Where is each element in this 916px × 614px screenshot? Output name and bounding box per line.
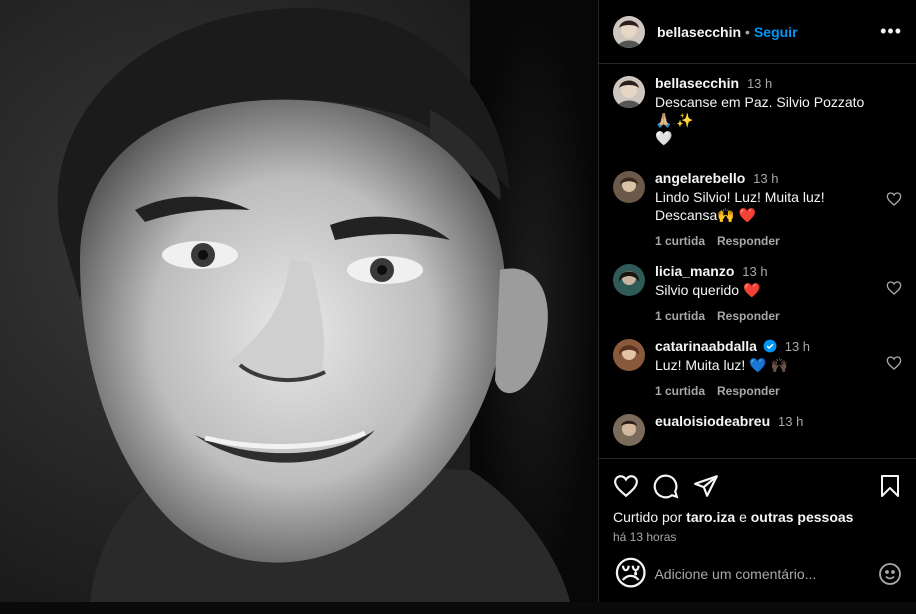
comment-icon[interactable]: [653, 473, 679, 499]
comment-like-heart-icon[interactable]: [886, 280, 902, 296]
comment-item: licia_manzo 13 h Silvio querido ❤️ 1 cur…: [613, 262, 902, 323]
liked-by-prefix: Curtido por: [613, 509, 683, 525]
post-modal: bellasecchin • Seguir ••• bellasecchin 1…: [0, 0, 916, 602]
post-side-panel: bellasecchin • Seguir ••• bellasecchin 1…: [598, 0, 916, 602]
comment-avatar[interactable]: [613, 414, 645, 446]
comment-avatar[interactable]: [613, 171, 645, 203]
comment-username[interactable]: eualoisiodeabreu: [655, 413, 770, 429]
comment-item: angelarebello 13 h Lindo Silvio! Luz! Mu…: [613, 169, 902, 248]
reply-button[interactable]: Responder: [717, 234, 780, 248]
caption-text: Descanse em Paz. Silvio Pozzato 🙏🏼 ✨: [655, 94, 865, 128]
add-comment-bar: 😢: [599, 544, 916, 602]
caption-time: 13 h: [746, 76, 773, 91]
comment-text: Luz! Muita luz! 💙 🙌🏿: [655, 357, 788, 373]
comment-like-heart-icon[interactable]: [886, 191, 902, 207]
comment-item: catarinaabdalla 13 h Luz! Muita luz! 💙 🙌…: [613, 337, 902, 398]
liked-by-and: e: [739, 509, 747, 525]
comment-text: Lindo Silvio! Luz! Muita luz!: [655, 189, 825, 205]
caption-avatar-image: [613, 76, 645, 108]
post-timestamp[interactable]: há 13 horas: [613, 530, 902, 544]
liked-by-text: Curtido por taro.iza e outras pessoas: [613, 509, 902, 525]
share-icon[interactable]: [693, 473, 719, 499]
comment-avatar[interactable]: [613, 339, 645, 371]
comment-username[interactable]: licia_manzo: [655, 263, 734, 279]
comment-username[interactable]: catarinaabdalla: [655, 338, 757, 354]
comment-avatar-image: [613, 264, 645, 296]
more-options-icon[interactable]: •••: [880, 21, 902, 42]
reply-button[interactable]: Responder: [717, 384, 780, 398]
comment-time: 13 h: [742, 264, 768, 279]
page-bottom-strip: [0, 602, 916, 614]
portrait-photo: [0, 0, 598, 602]
post-actions: Curtido por taro.iza e outras pessoas há…: [599, 459, 916, 544]
comment-input[interactable]: [654, 565, 878, 582]
post-header: bellasecchin • Seguir •••: [599, 0, 916, 64]
comment-text: Silvio querido ❤️: [655, 282, 761, 298]
comment-item: eualoisiodeabreu 13 h: [613, 412, 902, 446]
bookmark-icon[interactable]: [878, 473, 902, 499]
follow-button[interactable]: Seguir: [754, 24, 798, 40]
comment-username[interactable]: angelarebello: [655, 170, 745, 186]
caption-avatar[interactable]: [613, 76, 645, 108]
caption-username[interactable]: bellasecchin: [655, 75, 739, 91]
author-avatar-image: [613, 15, 645, 48]
smile-icon[interactable]: [878, 562, 902, 586]
comment-like-heart-icon[interactable]: [886, 355, 902, 371]
comment-likes-count[interactable]: 1 curtida: [655, 309, 705, 323]
comment-time: 13 h: [778, 414, 804, 429]
author-avatar[interactable]: [613, 15, 645, 48]
comment-time: 13 h: [753, 171, 779, 186]
verified-icon: [763, 339, 777, 353]
caption-text-line2: 🤍: [655, 130, 673, 146]
comment-avatar-image: [613, 171, 645, 203]
comment-time: 13 h: [784, 339, 811, 354]
comment-text-line2: Descansa🙌 ❤️: [655, 207, 757, 223]
liked-by-username[interactable]: taro.iza: [686, 509, 735, 525]
comment-avatar-image: [613, 339, 645, 371]
caption: bellasecchin 13 h Descanse em Paz. Silvi…: [613, 74, 902, 147]
author-username[interactable]: bellasecchin: [657, 24, 741, 40]
post-image[interactable]: [0, 0, 598, 602]
reply-button[interactable]: Responder: [717, 309, 780, 323]
separator-dot: •: [745, 23, 750, 40]
comments-list[interactable]: bellasecchin 13 h Descanse em Paz. Silvi…: [599, 64, 916, 459]
comment-avatar-image: [613, 414, 645, 446]
liked-by-others[interactable]: outras pessoas: [751, 509, 854, 525]
comment-likes-count[interactable]: 1 curtida: [655, 234, 705, 248]
comment-likes-count[interactable]: 1 curtida: [655, 384, 705, 398]
like-heart-icon[interactable]: [613, 473, 639, 499]
comment-avatar[interactable]: [613, 264, 645, 296]
emoji-reaction-button[interactable]: 😢: [613, 557, 648, 591]
